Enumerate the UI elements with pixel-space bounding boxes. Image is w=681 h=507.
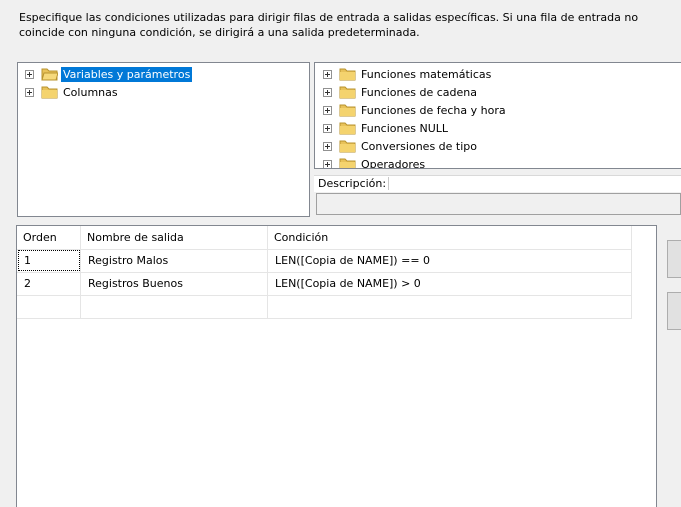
tree-item-label[interactable]: Funciones matemáticas xyxy=(359,67,493,82)
header-output-name[interactable]: Nombre de salida xyxy=(81,226,268,249)
tree-item-columns[interactable]: Columnas xyxy=(25,83,120,101)
cell-output-name[interactable] xyxy=(81,295,268,318)
tree-item-label[interactable]: Funciones de cadena xyxy=(359,85,479,100)
expand-icon[interactable] xyxy=(25,87,34,97)
description-box xyxy=(316,193,681,215)
expand-icon[interactable] xyxy=(323,141,332,151)
instructions-text: Especifique las condiciones utilizadas p… xyxy=(19,11,639,39)
description-header: Descripción: xyxy=(314,175,681,192)
cell-order[interactable] xyxy=(17,295,81,318)
variables-columns-tree[interactable]: Variables y parámetros Columnas xyxy=(17,62,310,217)
cell-output-name[interactable]: Registros Buenos xyxy=(81,272,268,295)
cell-order[interactable]: 1 xyxy=(17,249,81,272)
open-folder-icon xyxy=(41,68,58,81)
cell-order[interactable]: 2 xyxy=(17,272,81,295)
cell-output-name[interactable]: Registro Malos xyxy=(81,249,268,272)
folder-icon xyxy=(339,104,356,117)
cell-condition[interactable]: LEN([Copia de NAME]) > 0 xyxy=(268,272,632,295)
tree-item-label[interactable]: Operadores xyxy=(359,157,427,169)
tree-item-math-functions[interactable]: Funciones matemáticas xyxy=(323,65,493,83)
tree-item-label[interactable]: Columnas xyxy=(61,85,120,100)
conditions-grid[interactable]: Orden Nombre de salida Condición 1 Regis… xyxy=(16,225,657,507)
table-row-new[interactable] xyxy=(17,295,632,319)
folder-icon xyxy=(339,158,356,168)
folder-icon xyxy=(339,122,356,135)
header-order[interactable]: Orden xyxy=(17,226,81,249)
folder-icon xyxy=(41,86,58,99)
folder-icon xyxy=(339,86,356,99)
tree-item-label[interactable]: Funciones NULL xyxy=(359,121,450,136)
tree-item-null-functions[interactable]: Funciones NULL xyxy=(323,119,450,137)
table-row[interactable]: 2 Registros Buenos LEN([Copia de NAME]) … xyxy=(17,272,632,296)
expand-icon[interactable] xyxy=(323,87,332,97)
expand-icon[interactable] xyxy=(323,105,332,115)
header-condition[interactable]: Condición xyxy=(268,226,632,249)
cell-condition[interactable] xyxy=(268,295,632,318)
expand-icon[interactable] xyxy=(25,69,34,79)
expand-icon[interactable] xyxy=(323,123,332,133)
folder-icon xyxy=(339,68,356,81)
move-up-button[interactable] xyxy=(667,240,681,278)
tree-item-variables[interactable]: Variables y parámetros xyxy=(25,65,193,83)
tree-item-string-functions[interactable]: Funciones de cadena xyxy=(323,83,479,101)
expand-icon[interactable] xyxy=(323,69,332,79)
table-row[interactable]: 1 Registro Malos LEN([Copia de NAME]) ==… xyxy=(17,249,632,273)
tree-item-type-casts[interactable]: Conversiones de tipo xyxy=(323,137,479,155)
move-down-button[interactable] xyxy=(667,292,681,330)
expand-icon[interactable] xyxy=(323,159,332,168)
description-label: Descripción: xyxy=(316,177,390,190)
tree-item-label[interactable]: Funciones de fecha y hora xyxy=(359,103,508,118)
folder-icon xyxy=(339,140,356,153)
tree-item-date-functions[interactable]: Funciones de fecha y hora xyxy=(323,101,508,119)
tree-item-label[interactable]: Conversiones de tipo xyxy=(359,139,479,154)
functions-tree[interactable]: Funciones matemáticas Funciones de caden… xyxy=(314,62,681,169)
cell-condition[interactable]: LEN([Copia de NAME]) == 0 xyxy=(268,249,632,272)
tree-item-operators[interactable]: Operadores xyxy=(323,155,427,169)
tree-item-label[interactable]: Variables y parámetros xyxy=(61,66,193,82)
grid-header: Orden Nombre de salida Condición xyxy=(17,226,632,250)
